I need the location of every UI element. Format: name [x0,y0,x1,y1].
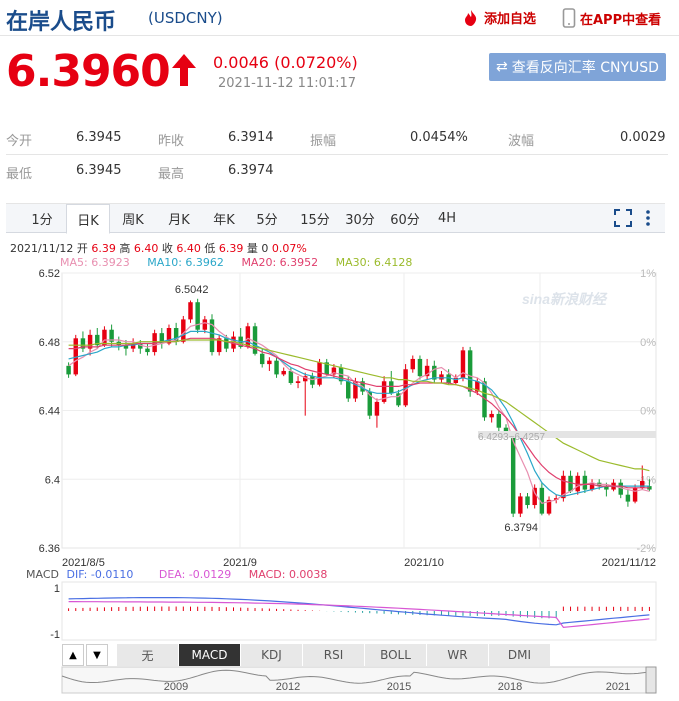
navigator-handle [645,666,657,694]
timeline-year: 2021 [606,681,630,693]
timeline-year: 2015 [387,681,411,693]
timeline-year: 2018 [498,681,522,693]
timeline-year: 2009 [164,681,188,693]
timeline-navigator[interactable]: 2009 2012 2015 2018 2021 [0,0,679,701]
timeline-year: 2012 [276,681,300,693]
